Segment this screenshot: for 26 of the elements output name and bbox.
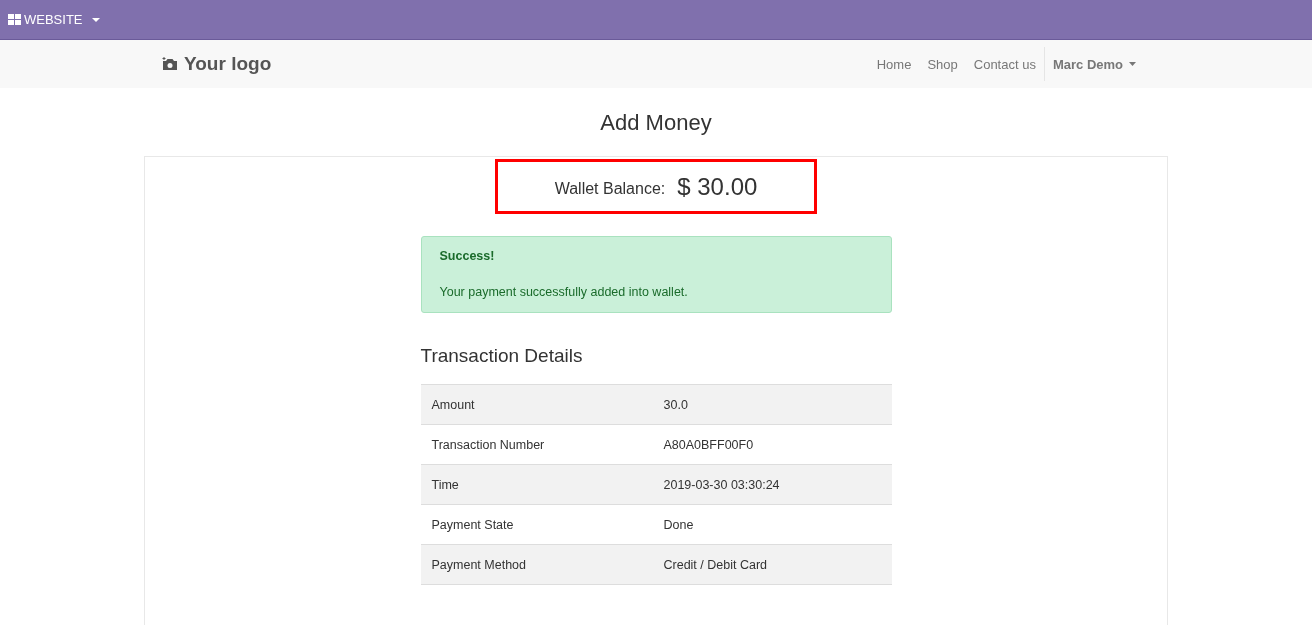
table-cell-text: 30.0 (662, 397, 689, 412)
caret-icon (1129, 62, 1136, 66)
table-cell-text: Payment Method (430, 557, 527, 572)
table-cell-text: Transaction Number (430, 437, 546, 452)
wallet-balance-label: Wallet Balance: (554, 178, 666, 198)
table-cell-text: Credit / Debit Card (662, 557, 768, 572)
user-menu[interactable]: Marc Demo (1044, 56, 1156, 72)
caret-icon (91, 17, 100, 22)
grid-icon (8, 14, 21, 25)
table-cell-text: Payment State (430, 517, 515, 532)
nav-link[interactable]: Home (868, 56, 920, 72)
logo[interactable]: Your logo (156, 53, 278, 75)
alert-message: Your payment successfully added into wallet. (439, 285, 689, 299)
camera-icon (162, 57, 178, 71)
table-cell-text: 2019-03-30 03:30:24 (662, 477, 781, 492)
section-heading: Transaction Details (420, 345, 584, 367)
table-cell-text: A80A0BFF00F0 (662, 437, 755, 452)
table-cell-text: Done (662, 517, 695, 532)
page-title: Add Money (599, 110, 713, 136)
table-cell-text: Time (430, 477, 460, 492)
alert-title: Success! (439, 249, 496, 263)
table-cell-text: Amount (430, 397, 476, 412)
website-menu[interactable]: WEBSITE (8, 12, 100, 27)
nav-link[interactable]: Shop (919, 56, 966, 72)
nav-link[interactable]: Contact us (965, 56, 1044, 72)
wallet-balance-amount: $ 30.00 (677, 172, 758, 201)
